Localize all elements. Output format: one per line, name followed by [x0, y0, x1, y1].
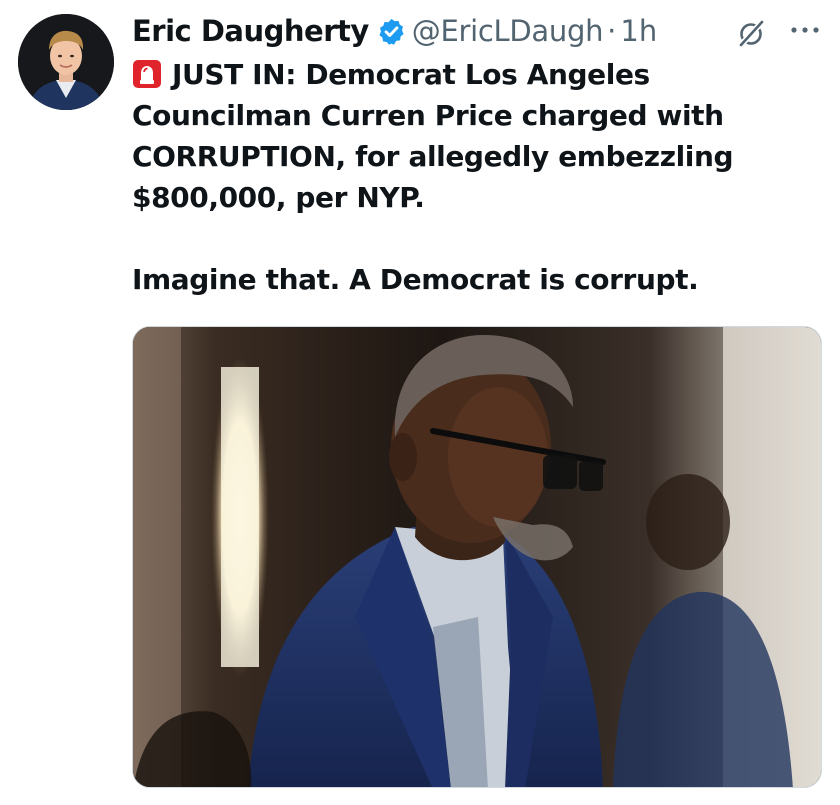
tweet-media-photo[interactable]	[132, 326, 822, 788]
tweet-line-2: Imagine that. A Democrat is corrupt.	[132, 263, 699, 296]
more-options-icon[interactable]	[788, 20, 822, 40]
grok-icon[interactable]	[736, 18, 766, 48]
separator-dot: ·	[607, 14, 617, 48]
tweet[interactable]: Eric Daugherty @EricLDaugh · 1h JUST IN:…	[0, 0, 840, 805]
photo-image	[133, 327, 821, 787]
avatar-image	[18, 14, 114, 110]
police-siren-emoji-icon	[132, 59, 162, 89]
timestamp[interactable]: 1h	[620, 14, 657, 48]
avatar[interactable]	[18, 14, 114, 110]
tweet-text: JUST IN: Democrat Los Angeles Councilman…	[132, 54, 822, 300]
verified-badge-icon	[377, 17, 406, 46]
tweet-line-1: JUST IN: Democrat Los Angeles Councilman…	[132, 58, 734, 214]
tweet-header: Eric Daugherty @EricLDaugh · 1h	[132, 10, 657, 52]
handle[interactable]: @EricLDaugh	[412, 14, 604, 48]
display-name[interactable]: Eric Daugherty	[132, 14, 369, 48]
tweet-paragraph-1: JUST IN: Democrat Los Angeles Councilman…	[132, 54, 822, 218]
